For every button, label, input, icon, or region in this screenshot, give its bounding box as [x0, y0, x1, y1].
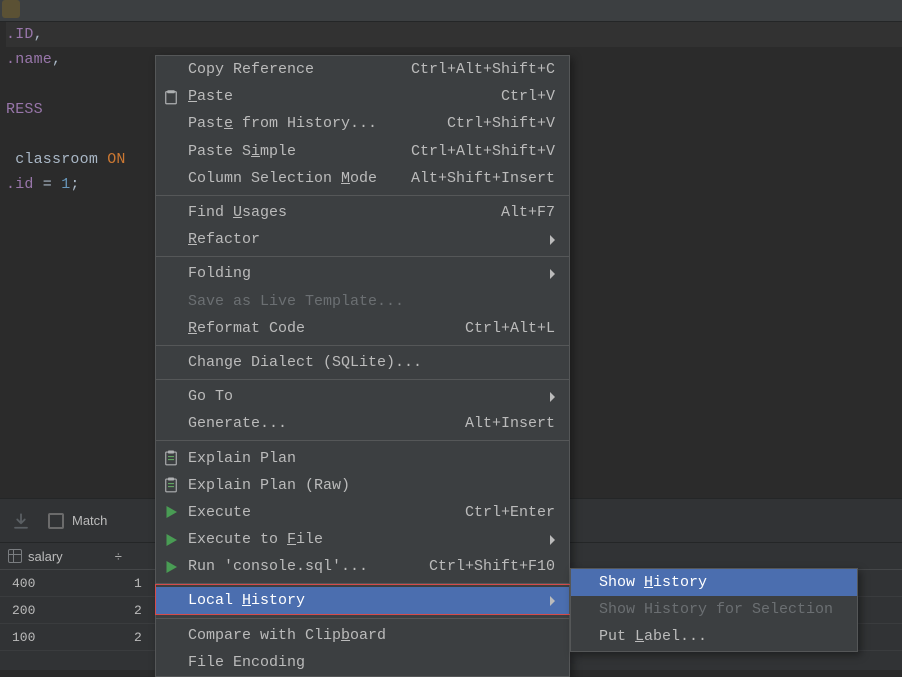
- cell: 100: [12, 630, 134, 645]
- submenu-arrow-icon: [550, 596, 555, 606]
- menu-reformat[interactable]: Reformat CodeCtrl+Alt+L: [156, 315, 569, 342]
- menu-separator: [156, 345, 569, 346]
- menu-item-label: Refactor: [188, 231, 550, 248]
- sort-indicator[interactable]: ÷: [115, 549, 122, 564]
- menu-item-label: Show History for Selection: [599, 601, 843, 618]
- menu-separator: [156, 618, 569, 619]
- cell: 400: [12, 576, 134, 591]
- cell: 1: [134, 576, 142, 591]
- menu-paste-simple[interactable]: Paste SimpleCtrl+Alt+Shift+V: [156, 138, 569, 165]
- menu-paste-history[interactable]: Paste from History...Ctrl+Shift+V: [156, 110, 569, 137]
- local-history-submenu: Show History Show History for Selection Pu…: [570, 568, 858, 652]
- menu-go-to[interactable]: Go To: [156, 383, 569, 410]
- menu-item-label: Execute: [188, 504, 465, 521]
- menu-execute-to-file[interactable]: Execute to File: [156, 526, 569, 553]
- editor-line[interactable]: .ID,: [6, 22, 902, 47]
- menu-change-dialect[interactable]: Change Dialect (SQLite)...: [156, 349, 569, 376]
- context-menu: Copy ReferenceCtrl+Alt+Shift+CPasteCtrl+…: [155, 55, 570, 677]
- menu-item-label: Explain Plan (Raw): [188, 477, 555, 494]
- menu-save-live-template: Save as Live Template...: [156, 288, 569, 315]
- submenu-show-history[interactable]: Show History: [571, 569, 857, 596]
- menu-generate[interactable]: Generate...Alt+Insert: [156, 410, 569, 437]
- menu-item-label: Local History: [188, 592, 550, 609]
- menu-item-shortcut: Ctrl+Alt+Shift+C: [411, 61, 555, 78]
- editor-toolbar: [0, 0, 902, 22]
- menu-execute[interactable]: ExecuteCtrl+Enter: [156, 499, 569, 526]
- menu-item-label: Find Usages: [188, 204, 501, 221]
- grid-column-name: salary: [28, 549, 63, 564]
- submenu-put-label[interactable]: Put Label...: [571, 623, 857, 650]
- menu-separator: [156, 583, 569, 584]
- menu-item-shortcut: Ctrl+Shift+V: [447, 115, 555, 132]
- submenu-arrow-icon: [550, 392, 555, 402]
- menu-find-usages[interactable]: Find UsagesAlt+F7: [156, 199, 569, 226]
- download-icon[interactable]: [12, 512, 30, 530]
- menu-file-encoding[interactable]: File Encoding: [156, 649, 569, 676]
- menu-column-selection[interactable]: Column Selection ModeAlt+Shift+Insert: [156, 165, 569, 192]
- submenu-show-history-selection: Show History for Selection: [571, 596, 857, 623]
- menu-item-label: Save as Live Template...: [188, 293, 555, 310]
- match-label: Match: [72, 513, 107, 528]
- menu-local-history[interactable]: Local History: [156, 587, 569, 614]
- cell: 2: [134, 603, 142, 618]
- menu-separator: [156, 195, 569, 196]
- menu-explain-plan[interactable]: Explain Plan: [156, 444, 569, 471]
- menu-explain-plan-raw[interactable]: Explain Plan (Raw): [156, 472, 569, 499]
- menu-item-label: Paste from History...: [188, 115, 447, 132]
- menu-item-label: Execute to File: [188, 531, 550, 548]
- cell: 2: [134, 630, 142, 645]
- menu-item-label: Explain Plan: [188, 450, 555, 467]
- menu-item-label: Run 'console.sql'...: [188, 558, 429, 575]
- menu-separator: [156, 379, 569, 380]
- menu-item-label: Put Label...: [599, 628, 843, 645]
- menu-item-label: Go To: [188, 388, 550, 405]
- menu-folding[interactable]: Folding: [156, 260, 569, 287]
- menu-item-label: Reformat Code: [188, 320, 465, 337]
- menu-item-label: Folding: [188, 265, 550, 282]
- menu-item-label: Change Dialect (SQLite)...: [188, 354, 555, 371]
- menu-copy-reference[interactable]: Copy ReferenceCtrl+Alt+Shift+C: [156, 56, 569, 83]
- menu-item-label: Column Selection Mode: [188, 170, 411, 187]
- menu-item-label: Paste Simple: [188, 143, 411, 160]
- menu-item-shortcut: Alt+Shift+Insert: [411, 170, 555, 187]
- menu-item-label: Compare with Clipboard: [188, 627, 555, 644]
- menu-refactor[interactable]: Refactor: [156, 226, 569, 253]
- menu-item-shortcut: Ctrl+Alt+Shift+V: [411, 143, 555, 160]
- menu-item-label: Paste: [188, 88, 501, 105]
- cell: 200: [12, 603, 134, 618]
- match-checkbox[interactable]: [48, 513, 64, 529]
- menu-compare-clipboard[interactable]: Compare with Clipboard: [156, 622, 569, 649]
- menu-paste[interactable]: PasteCtrl+V: [156, 83, 569, 110]
- submenu-arrow-icon: [550, 269, 555, 279]
- menu-item-shortcut: Alt+F7: [501, 204, 555, 221]
- menu-run-console[interactable]: Run 'console.sql'...Ctrl+Shift+F10: [156, 553, 569, 580]
- menu-item-shortcut: Alt+Insert: [465, 415, 555, 432]
- menu-item-shortcut: Ctrl+V: [501, 88, 555, 105]
- toolbar-badge-icon: [2, 0, 20, 18]
- menu-item-label: File Encoding: [188, 654, 555, 671]
- table-icon: [8, 549, 22, 563]
- menu-item-label: Show History: [599, 574, 843, 591]
- menu-separator: [156, 440, 569, 441]
- submenu-arrow-icon: [550, 235, 555, 245]
- submenu-arrow-icon: [550, 535, 555, 545]
- menu-item-label: Generate...: [188, 415, 465, 432]
- menu-item-shortcut: Ctrl+Shift+F10: [429, 558, 555, 575]
- menu-item-shortcut: Ctrl+Enter: [465, 504, 555, 521]
- menu-item-label: Copy Reference: [188, 61, 411, 78]
- menu-item-shortcut: Ctrl+Alt+L: [465, 320, 555, 337]
- menu-separator: [156, 256, 569, 257]
